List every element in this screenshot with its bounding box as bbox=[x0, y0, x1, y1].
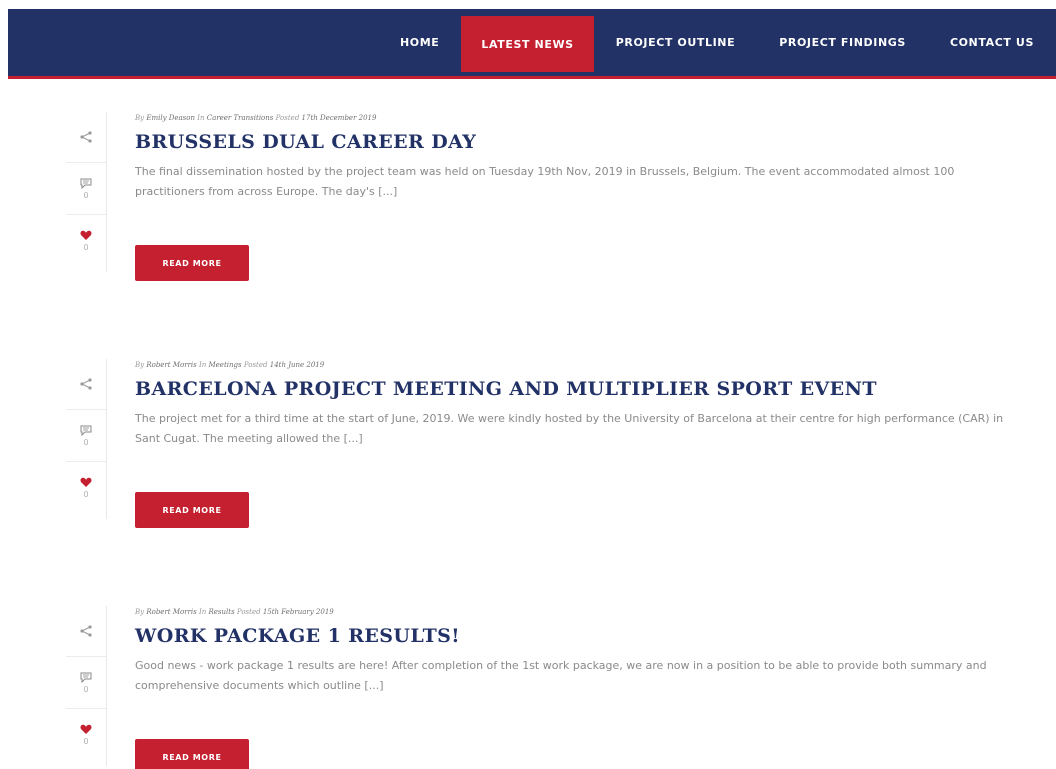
post-excerpt: The final dissemination hosted by the pr… bbox=[135, 165, 955, 198]
meta-in-label: In bbox=[197, 114, 205, 122]
nav-item-contact-us[interactable]: CONTACT US bbox=[928, 9, 1056, 76]
blog-post: 0 0 By Robert Morris In Results Posted 1… bbox=[0, 606, 1056, 769]
read-more-button[interactable]: READ MORE bbox=[135, 492, 249, 528]
comment-count: 0 bbox=[83, 437, 89, 447]
post-author-link[interactable]: Robert Morris bbox=[146, 361, 196, 369]
comment-icon[interactable] bbox=[80, 672, 92, 683]
post-category-link[interactable]: Meetings bbox=[209, 361, 242, 369]
post-category-link[interactable]: Career Transitions bbox=[207, 114, 274, 122]
meta-posted-label: Posted bbox=[236, 608, 261, 616]
read-more-button[interactable]: READ MORE bbox=[135, 245, 249, 281]
meta-in-label: In bbox=[198, 361, 207, 369]
comment-count: 0 bbox=[83, 684, 89, 694]
post-date: 17th December 2019 bbox=[301, 114, 377, 122]
nav-item-home[interactable]: HOME bbox=[378, 9, 461, 76]
heart-icon[interactable] bbox=[80, 230, 92, 241]
share-action[interactable] bbox=[66, 359, 106, 409]
post-excerpt: Good news - work package 1 results are h… bbox=[135, 659, 987, 692]
post-meta: By Robert Morris In Results Posted 15th … bbox=[135, 606, 1015, 618]
nav-item-project-outline[interactable]: PROJECT OUTLINE bbox=[594, 9, 758, 76]
post-title-link[interactable]: BARCELONA PROJECT MEETING AND MULTIPLIER… bbox=[135, 377, 1015, 401]
post-date: 15th February 2019 bbox=[262, 608, 334, 616]
meta-by-label: By bbox=[135, 361, 145, 369]
post-actions: 0 0 bbox=[66, 359, 107, 519]
post-actions: 0 0 bbox=[66, 606, 107, 766]
share-icon[interactable] bbox=[79, 130, 93, 144]
blog-post: 0 0 By Robert Morris In Meetings Posted … bbox=[0, 359, 1056, 539]
like-action[interactable]: 0 bbox=[66, 214, 106, 266]
meta-posted-label: Posted bbox=[275, 114, 300, 122]
post-category-link[interactable]: Results bbox=[209, 608, 235, 616]
post-meta: By Robert Morris In Meetings Posted 14th… bbox=[135, 359, 1015, 371]
post-title-link[interactable]: BRUSSELS DUAL CAREER DAY bbox=[135, 130, 1015, 154]
read-more-button[interactable]: READ MORE bbox=[135, 739, 249, 769]
post-excerpt: The project met for a third time at the … bbox=[135, 412, 1004, 445]
blog-post: 0 0 By Emily Deason In Career Transition… bbox=[0, 112, 1056, 292]
like-count: 0 bbox=[83, 242, 89, 252]
like-action[interactable]: 0 bbox=[66, 708, 106, 760]
post-author-link[interactable]: Robert Morris bbox=[146, 608, 196, 616]
heart-icon[interactable] bbox=[80, 724, 92, 735]
post-date: 14th June 2019 bbox=[269, 361, 325, 369]
comment-icon[interactable] bbox=[80, 425, 92, 436]
post-content: By Emily Deason In Career Transitions Po… bbox=[135, 112, 1015, 202]
top-navigation-bar: HOME LATEST NEWS PROJECT OUTLINE PROJECT… bbox=[8, 9, 1056, 79]
heart-icon[interactable] bbox=[80, 477, 92, 488]
meta-posted-label: Posted bbox=[243, 361, 268, 369]
like-count: 0 bbox=[83, 489, 89, 499]
comment-icon[interactable] bbox=[80, 178, 92, 189]
comment-count: 0 bbox=[83, 190, 89, 200]
share-icon[interactable] bbox=[79, 624, 93, 638]
share-action[interactable] bbox=[66, 606, 106, 656]
comment-action[interactable]: 0 bbox=[66, 162, 106, 214]
like-action[interactable]: 0 bbox=[66, 461, 106, 513]
nav-item-project-findings[interactable]: PROJECT FINDINGS bbox=[757, 9, 928, 76]
main-nav: HOME LATEST NEWS PROJECT OUTLINE PROJECT… bbox=[378, 9, 1056, 76]
like-count: 0 bbox=[83, 736, 89, 746]
comment-action[interactable]: 0 bbox=[66, 409, 106, 461]
share-icon[interactable] bbox=[79, 377, 93, 391]
meta-in-label: In bbox=[198, 608, 207, 616]
post-content: By Robert Morris In Meetings Posted 14th… bbox=[135, 359, 1015, 449]
meta-by-label: By bbox=[135, 608, 145, 616]
post-title-link[interactable]: WORK PACKAGE 1 RESULTS! bbox=[135, 624, 1015, 648]
meta-by-label: By bbox=[135, 114, 145, 122]
post-content: By Robert Morris In Results Posted 15th … bbox=[135, 606, 1015, 696]
nav-item-latest-news[interactable]: LATEST NEWS bbox=[461, 16, 594, 72]
post-actions: 0 0 bbox=[66, 112, 107, 272]
post-author-link[interactable]: Emily Deason bbox=[146, 114, 195, 122]
share-action[interactable] bbox=[66, 112, 106, 162]
post-meta: By Emily Deason In Career Transitions Po… bbox=[135, 112, 1015, 124]
comment-action[interactable]: 0 bbox=[66, 656, 106, 708]
